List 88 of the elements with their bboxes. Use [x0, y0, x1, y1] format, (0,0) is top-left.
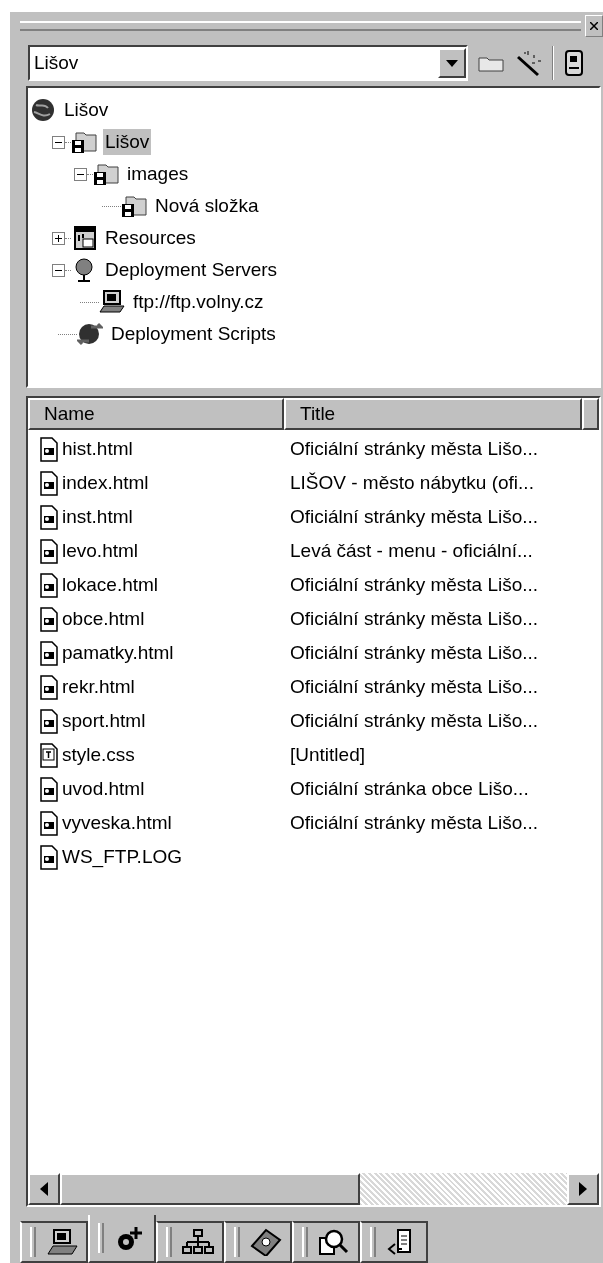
left-arrow-icon — [40, 1182, 48, 1196]
tree-item[interactable]: Deployment Scripts — [109, 321, 278, 347]
computer-icon — [99, 289, 125, 315]
magic-wand-icon[interactable] — [514, 49, 542, 77]
file-name[interactable]: vyveska.html — [62, 808, 172, 838]
dropdown-value: Lišov — [33, 50, 80, 75]
gripper-bar[interactable] — [20, 21, 581, 31]
grip-icon — [98, 1223, 104, 1253]
html-file-icon — [40, 674, 58, 700]
close-icon — [590, 22, 598, 30]
file-title: Oficiální stránky města Lišo... — [289, 708, 539, 733]
panel-tab[interactable] — [292, 1221, 360, 1263]
server-icon[interactable] — [564, 49, 584, 77]
grip-icon — [30, 1227, 36, 1257]
file-title: Oficiální stránky města Lišo... — [289, 436, 539, 461]
file-name[interactable]: uvod.html — [62, 774, 145, 804]
tree-item[interactable]: Resources — [103, 225, 198, 251]
file-title: Oficiální stránky města Lišo... — [289, 572, 539, 597]
file-name[interactable]: levo.html — [62, 536, 139, 566]
file-title: Oficiální stránky města Lišo... — [289, 606, 539, 631]
html-file-icon — [40, 606, 58, 632]
file-name[interactable]: lokace.html — [62, 570, 159, 600]
file-title: Oficiální stránky města Lišo... — [289, 504, 539, 529]
computer-icon — [46, 1228, 78, 1256]
file-title: Oficiální stránky města Lišo... — [289, 674, 539, 699]
html-file-icon — [40, 810, 58, 836]
scrollbar-thumb[interactable] — [60, 1173, 360, 1205]
column-header[interactable] — [582, 398, 599, 430]
tree-item[interactable]: ftp://ftp.volny.cz — [131, 289, 266, 315]
collapse-icon[interactable] — [74, 167, 87, 181]
collapse-icon[interactable] — [52, 135, 65, 149]
file-name[interactable]: index.html — [62, 468, 149, 498]
panel-tab[interactable] — [156, 1221, 224, 1263]
folder-disk-icon — [93, 161, 119, 187]
collapse-icon[interactable] — [52, 263, 65, 277]
html-file-icon — [40, 436, 58, 462]
close-button[interactable] — [585, 15, 603, 37]
file-title: LIŠOV - město nábytku (ofi... — [289, 470, 534, 495]
text-file-icon — [40, 742, 58, 768]
file-name[interactable]: inst.html — [62, 502, 133, 532]
file-title: Oficiální stránky města Lišo... — [289, 640, 539, 665]
globe-arrows-icon — [77, 321, 103, 347]
panel-tab[interactable] — [20, 1221, 88, 1263]
grip-icon — [302, 1227, 308, 1257]
file-name[interactable]: hist.html — [62, 434, 133, 464]
file-name[interactable]: rekr.html — [62, 672, 135, 702]
tree-item[interactable]: Nová složka — [153, 193, 261, 219]
file-name[interactable]: WS_FTP.LOG — [62, 842, 182, 872]
globe-icon — [30, 97, 56, 123]
tree-item[interactable]: Lišov — [62, 97, 111, 123]
file-title: Levá část - menu - oficiální... — [289, 538, 533, 563]
grip-icon — [370, 1227, 376, 1257]
expand-icon[interactable] — [52, 231, 65, 245]
html-file-icon — [40, 572, 58, 598]
column-header[interactable]: Title — [284, 398, 582, 430]
html-file-icon — [40, 538, 58, 564]
tree-item[interactable]: Lišov — [103, 129, 152, 155]
grip-icon — [234, 1227, 240, 1257]
grip-icon — [166, 1227, 172, 1257]
site-dropdown[interactable]: Lišov — [28, 45, 468, 81]
file-title: Oficiální stránka obce Lišo... — [289, 776, 529, 801]
folder-icon[interactable] — [478, 54, 504, 72]
html-file-icon — [40, 776, 58, 802]
panel-tab[interactable] — [224, 1221, 292, 1263]
tree-item[interactable]: images — [125, 161, 191, 187]
file-name[interactable]: sport.html — [62, 706, 146, 736]
search-icon — [318, 1228, 350, 1256]
file-name[interactable]: pamatky.html — [62, 638, 174, 668]
html-file-icon — [40, 708, 58, 734]
html-file-icon — [40, 844, 58, 870]
right-arrow-icon — [579, 1182, 587, 1196]
column-header[interactable]: Name — [28, 398, 284, 430]
panel-tab[interactable] — [88, 1215, 156, 1263]
html-file-icon — [40, 640, 58, 666]
panel-tab[interactable] — [360, 1221, 428, 1263]
folder-disk-icon — [71, 129, 97, 155]
resources-icon — [71, 225, 97, 251]
file-title: [Untitled] — [289, 742, 365, 767]
file-name[interactable]: obce.html — [62, 604, 145, 634]
file-title: Oficiální stránky města Lišo... — [289, 810, 539, 835]
html-file-icon — [40, 470, 58, 496]
sitemap-icon — [182, 1228, 214, 1256]
folder-disk-icon — [121, 193, 147, 219]
scroll-left-button[interactable] — [28, 1173, 60, 1205]
tree-item[interactable]: Deployment Servers — [103, 257, 280, 283]
html-file-icon — [40, 504, 58, 530]
file-name[interactable]: style.css — [62, 740, 135, 770]
scroll-right-button[interactable] — [567, 1173, 599, 1205]
